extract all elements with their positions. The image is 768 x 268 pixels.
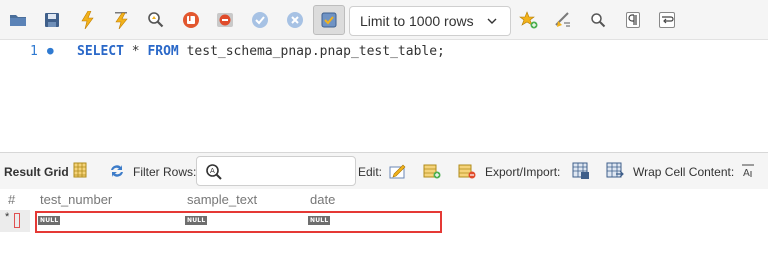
rollback-icon[interactable]: [284, 9, 306, 31]
line-number: 1: [30, 44, 38, 59]
bookmark-icon[interactable]: [518, 9, 540, 31]
result-grid-label[interactable]: Result Grid: [4, 165, 69, 179]
limit-rows-select[interactable]: Limit to 1000 rows: [349, 6, 511, 36]
commit-icon[interactable]: [249, 9, 271, 31]
svg-text:A: A: [210, 167, 215, 175]
invisible-chars-icon[interactable]: [622, 9, 644, 31]
beautify-icon[interactable]: [552, 9, 574, 31]
keyword-from: FROM: [147, 44, 179, 59]
table-reference: test_schema_pnap.pnap_test_table;: [178, 44, 445, 59]
chevron-down-icon: [487, 18, 497, 24]
column-header-date[interactable]: date: [310, 189, 335, 209]
column-header-sample-text[interactable]: sample_text: [187, 189, 257, 209]
explain-icon[interactable]: [145, 9, 167, 31]
result-toolbar: Result Grid Filter Rows: A Edit: Export/…: [0, 153, 768, 189]
find-icon[interactable]: [587, 9, 609, 31]
open-folder-icon[interactable]: [7, 9, 29, 31]
save-icon[interactable]: [41, 9, 63, 31]
toggle-error-icon[interactable]: [214, 9, 236, 31]
execute-icon[interactable]: [76, 9, 98, 31]
wrap-lines-icon[interactable]: [656, 9, 678, 31]
keyword-select: SELECT: [77, 44, 124, 59]
edit-pencil-icon[interactable]: [389, 162, 407, 180]
edit-label: Edit:: [358, 165, 383, 179]
autocommit-icon: [318, 9, 340, 31]
export-icon[interactable]: [572, 162, 590, 180]
row-header[interactable]: *: [0, 210, 30, 232]
delete-row-icon[interactable]: [458, 162, 476, 180]
search-icon: A: [206, 164, 222, 180]
query-toolbar: Limit to 1000 rows: [0, 0, 768, 40]
select-star: *: [123, 44, 148, 59]
sql-statement[interactable]: SELECT * FROM test_schema_pnap.pnap_test…: [77, 44, 445, 59]
edit-caret: [14, 213, 20, 228]
column-header-rownum: #: [8, 191, 16, 207]
execute-current-icon[interactable]: [110, 9, 132, 31]
grid-icon[interactable]: [73, 162, 91, 180]
filter-rows-input[interactable]: A: [196, 156, 356, 186]
row-highlight-box: [35, 211, 442, 233]
limit-rows-label: Limit to 1000 rows: [360, 13, 474, 29]
stop-icon[interactable]: [180, 9, 202, 31]
new-row-marker: *: [5, 211, 10, 223]
svg-text:A: A: [743, 168, 750, 178]
wrap-cell-icon[interactable]: A: [741, 164, 759, 182]
column-header-test-number[interactable]: test_number: [40, 189, 112, 209]
sql-editor[interactable]: 1 ● SELECT * FROM test_schema_pnap.pnap_…: [0, 40, 768, 152]
wrap-cell-label: Wrap Cell Content:: [633, 165, 735, 179]
add-row-icon[interactable]: [423, 162, 441, 180]
import-icon[interactable]: [606, 162, 624, 180]
filter-rows-label: Filter Rows:: [133, 165, 197, 179]
statement-marker: ●: [47, 44, 54, 57]
export-import-label: Export/Import:: [485, 165, 561, 179]
refresh-icon[interactable]: [108, 162, 126, 180]
